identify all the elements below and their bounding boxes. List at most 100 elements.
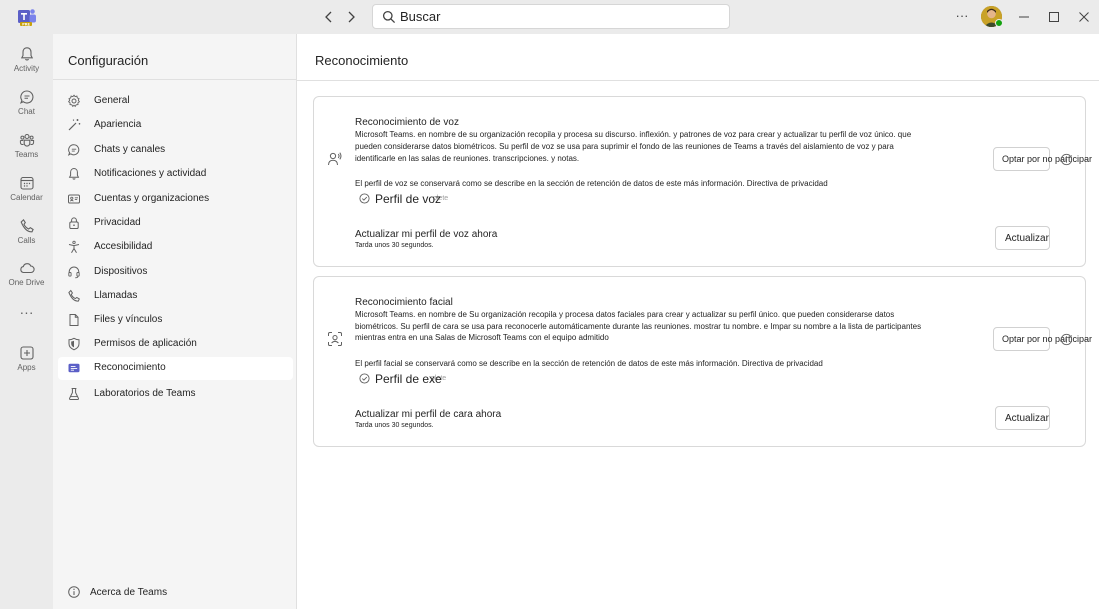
settings-item-label: Apariencia (94, 119, 142, 130)
settings-item-accessibility[interactable]: Accesibilidad (58, 236, 293, 259)
settings-item-label: Accesibilidad (94, 241, 153, 252)
lock-icon (69, 217, 79, 229)
settings-item-label: Llamadas (94, 290, 138, 301)
check-circle-icon (359, 193, 370, 204)
divider (297, 80, 1099, 81)
settings-item-label: Files y vínculos (94, 314, 163, 325)
rail-item-calendar[interactable]: Calendar (0, 175, 53, 215)
face-recognition-card: Reconocimiento facial Microsoft Teams. e… (313, 276, 1092, 447)
forward-arrow-icon[interactable] (342, 8, 360, 26)
teams-logo-icon: PRE (18, 9, 36, 26)
settings-item-label: Privacidad (94, 217, 141, 228)
face-update-button[interactable]: Actualizar (995, 406, 1050, 430)
back-arrow-icon[interactable] (320, 8, 338, 26)
phone-icon (68, 289, 80, 302)
settings-item-privacy[interactable]: Privacidad (58, 212, 293, 235)
settings-item-label: Permisos de aplicación (94, 338, 197, 349)
gear-icon (67, 94, 81, 108)
id-card-icon (68, 194, 80, 204)
settings-title: Configuración (68, 53, 149, 68)
info-icon[interactable] (1060, 333, 1073, 346)
info-icon[interactable] (1060, 153, 1073, 166)
rail-item-calls[interactable]: Calls (0, 218, 53, 258)
rail-item-onedrive[interactable]: One Drive (0, 260, 53, 300)
settings-item-calls[interactable]: Llamadas (58, 285, 293, 308)
voice-description-line: Microsoft Teams. en nombre de su organiz… (355, 130, 912, 139)
teams-icon (19, 133, 34, 147)
settings-item-devices[interactable]: Dispositivos (58, 261, 293, 284)
check-circle-icon (359, 373, 370, 384)
face-card-title: Reconocimiento facial (355, 297, 453, 308)
about-teams-item[interactable]: Acerca de Teams (58, 581, 293, 603)
rail-label: One Drive (8, 278, 45, 287)
shield-icon (68, 337, 80, 351)
minimize-icon[interactable] (1015, 8, 1033, 26)
svg-text:PRE: PRE (22, 22, 30, 26)
face-description-line: Microsoft Teams. en nombre de Su organiz… (355, 310, 895, 319)
document-icon (69, 314, 79, 326)
rail-item-teams[interactable]: Teams (0, 132, 53, 172)
voice-description-line: identificarle en las salas de reuniones.… (355, 154, 580, 163)
settings-item-accounts[interactable]: Cuentas y organizaciones (58, 188, 293, 211)
voice-profile-label: Perfil de voz (375, 192, 442, 206)
settings-item-label: Notificaciones y actividad (94, 168, 207, 179)
voice-update-button[interactable]: Actualizar (995, 226, 1050, 250)
voice-description: Microsoft Teams. en nombre de su organiz… (355, 129, 985, 165)
face-retention-note: El perfil facial se conservará como se d… (355, 359, 823, 368)
voice-retention-note: El perfil de voz se conservará como se d… (355, 179, 828, 188)
close-icon[interactable] (1075, 8, 1093, 26)
accessibility-icon (68, 240, 80, 254)
rail-item-activity[interactable]: Activity (0, 46, 53, 86)
search-box[interactable] (372, 4, 730, 29)
search-input[interactable] (400, 6, 720, 27)
beaker-icon (69, 388, 79, 400)
voice-opt-out-button[interactable]: Optar por no participar (993, 147, 1092, 171)
settings-item-label: Laboratorios de Teams (94, 388, 196, 399)
voice-update-title: Actualizar mi perfil de voz ahora (355, 229, 498, 240)
face-opt-out-button[interactable]: Optar por no participar (993, 327, 1092, 351)
voice-description-line: pueden considerarse datos biométricos. S… (355, 142, 894, 151)
rail-label: Calendar (10, 193, 43, 202)
cloud-icon (19, 263, 35, 274)
settings-item-files[interactable]: Files y vínculos (58, 309, 293, 332)
face-description: Microsoft Teams. en nombre de Su organiz… (355, 309, 985, 343)
settings-item-notifications[interactable]: Notificaciones y actividad (58, 163, 293, 186)
settings-item-label: General (94, 95, 130, 106)
rail-item-chat[interactable]: Chat (0, 89, 53, 129)
app-rail: Activity Chat Teams Calendar Calls One D… (0, 34, 53, 609)
settings-item-app-permissions[interactable]: Permisos de aplicación (58, 333, 293, 356)
settings-item-label: Dispositivos (94, 266, 148, 277)
settings-item-recognition[interactable]: Reconocimiento (58, 357, 293, 380)
page-title: Reconocimiento (315, 53, 409, 68)
search-icon (382, 10, 396, 24)
divider (53, 79, 296, 80)
headset-icon (68, 266, 80, 279)
rail-label: Calls (17, 236, 36, 245)
rail-label: Apps (17, 363, 36, 372)
maximize-icon[interactable] (1045, 8, 1063, 26)
rail-label: Activity (13, 64, 40, 73)
face-description-line: biométricos. Su perfil de cara se usa pa… (355, 322, 922, 331)
settings-item-appearance[interactable]: Apariencia (58, 114, 293, 137)
add-app-icon (19, 346, 34, 360)
face-description-line: mientras entra en una Salas de Microsoft… (355, 333, 609, 342)
face-update-title: Actualizar mi perfil de cara ahora (355, 409, 502, 420)
rail-label: Teams (14, 150, 39, 159)
chat-icon (19, 90, 33, 104)
recognition-icon (68, 363, 80, 373)
presence-available-icon (995, 19, 1003, 27)
face-update-note: Tarda unos 30 segundos. (355, 422, 434, 429)
voice-recognition-card: Reconocimiento de voz Microsoft Teams. e… (313, 96, 1092, 267)
settings-item-chats[interactable]: Chats y canales (58, 139, 293, 162)
rail-item-apps[interactable]: Apps (0, 345, 53, 385)
chat-icon (67, 144, 80, 156)
voice-card-title: Reconocimiento de voz (355, 117, 459, 128)
settings-item-teams-labs[interactable]: Laboratorios de Teams (58, 383, 293, 406)
settings-item-label: Reconocimiento (94, 362, 166, 373)
magic-wand-icon (68, 119, 81, 131)
voice-person-icon (328, 152, 342, 166)
more-options-icon[interactable]: ··· (953, 7, 971, 25)
settings-item-general[interactable]: General (58, 90, 293, 113)
rail-more-apps[interactable]: ··· (0, 304, 53, 324)
settings-item-label: Chats y canales (94, 144, 166, 155)
